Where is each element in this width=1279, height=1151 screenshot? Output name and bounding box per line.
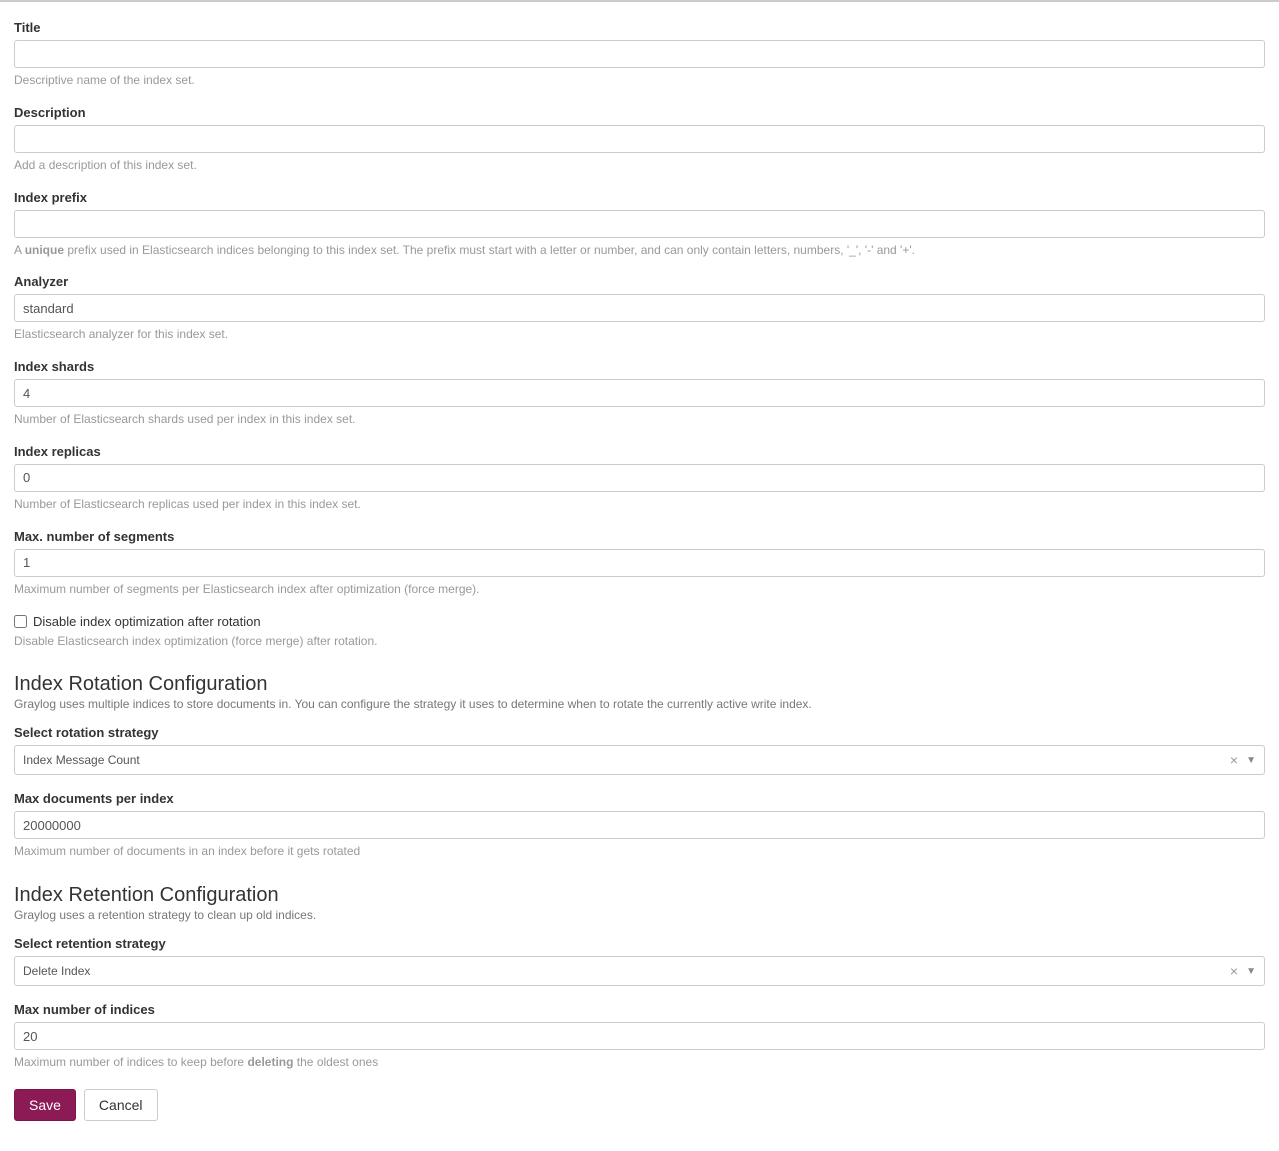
max-docs-input[interactable] (14, 811, 1265, 839)
description-label: Description (14, 105, 1265, 120)
description-input[interactable] (14, 125, 1265, 153)
index-prefix-input[interactable] (14, 210, 1265, 238)
clear-icon[interactable]: × (1230, 963, 1238, 979)
max-docs-help: Maximum number of documents in an index … (14, 843, 1265, 860)
max-segments-label: Max. number of segments (14, 529, 1265, 544)
max-indices-label: Max number of indices (14, 1002, 1265, 1017)
description-help: Add a description of this index set. (14, 157, 1265, 174)
max-docs-label: Max documents per index (14, 791, 1265, 806)
index-prefix-label: Index prefix (14, 190, 1265, 205)
max-segments-input[interactable] (14, 549, 1265, 577)
cancel-button[interactable]: Cancel (84, 1089, 158, 1121)
disable-optimization-label: Disable index optimization after rotatio… (33, 614, 261, 629)
disable-optimization-help: Disable Elasticsearch index optimization… (14, 633, 1265, 650)
rotation-strategy-select[interactable]: Index Message Count × ▼ (14, 745, 1265, 775)
index-shards-help: Number of Elasticsearch shards used per … (14, 411, 1265, 428)
title-input[interactable] (14, 40, 1265, 68)
retention-strategy-value: Delete Index (23, 964, 90, 978)
rotation-section-heading: Index Rotation Configuration (14, 673, 1265, 696)
index-shards-label: Index shards (14, 359, 1265, 374)
index-replicas-help: Number of Elasticsearch replicas used pe… (14, 496, 1265, 513)
analyzer-help: Elasticsearch analyzer for this index se… (14, 326, 1265, 343)
chevron-down-icon: ▼ (1246, 755, 1256, 766)
max-indices-input[interactable] (14, 1022, 1265, 1050)
analyzer-input[interactable] (14, 294, 1265, 322)
save-button[interactable]: Save (14, 1089, 76, 1121)
title-label: Title (14, 20, 1265, 35)
max-segments-help: Maximum number of segments per Elasticse… (14, 581, 1265, 598)
title-help: Descriptive name of the index set. (14, 72, 1265, 89)
retention-section-heading: Index Retention Configuration (14, 884, 1265, 907)
retention-strategy-select[interactable]: Delete Index × ▼ (14, 956, 1265, 986)
index-replicas-input[interactable] (14, 464, 1265, 492)
chevron-down-icon: ▼ (1246, 966, 1256, 977)
max-indices-help: Maximum number of indices to keep before… (14, 1054, 1265, 1071)
retention-strategy-label: Select retention strategy (14, 936, 1265, 951)
clear-icon[interactable]: × (1230, 752, 1238, 768)
analyzer-label: Analyzer (14, 274, 1265, 289)
index-shards-input[interactable] (14, 379, 1265, 407)
rotation-strategy-label: Select rotation strategy (14, 725, 1265, 740)
rotation-section-desc: Graylog uses multiple indices to store d… (14, 697, 1265, 711)
retention-section-desc: Graylog uses a retention strategy to cle… (14, 908, 1265, 922)
disable-optimization-checkbox[interactable] (14, 615, 27, 628)
index-replicas-label: Index replicas (14, 444, 1265, 459)
rotation-strategy-value: Index Message Count (23, 753, 140, 767)
index-prefix-help: A unique prefix used in Elasticsearch in… (14, 242, 1265, 259)
